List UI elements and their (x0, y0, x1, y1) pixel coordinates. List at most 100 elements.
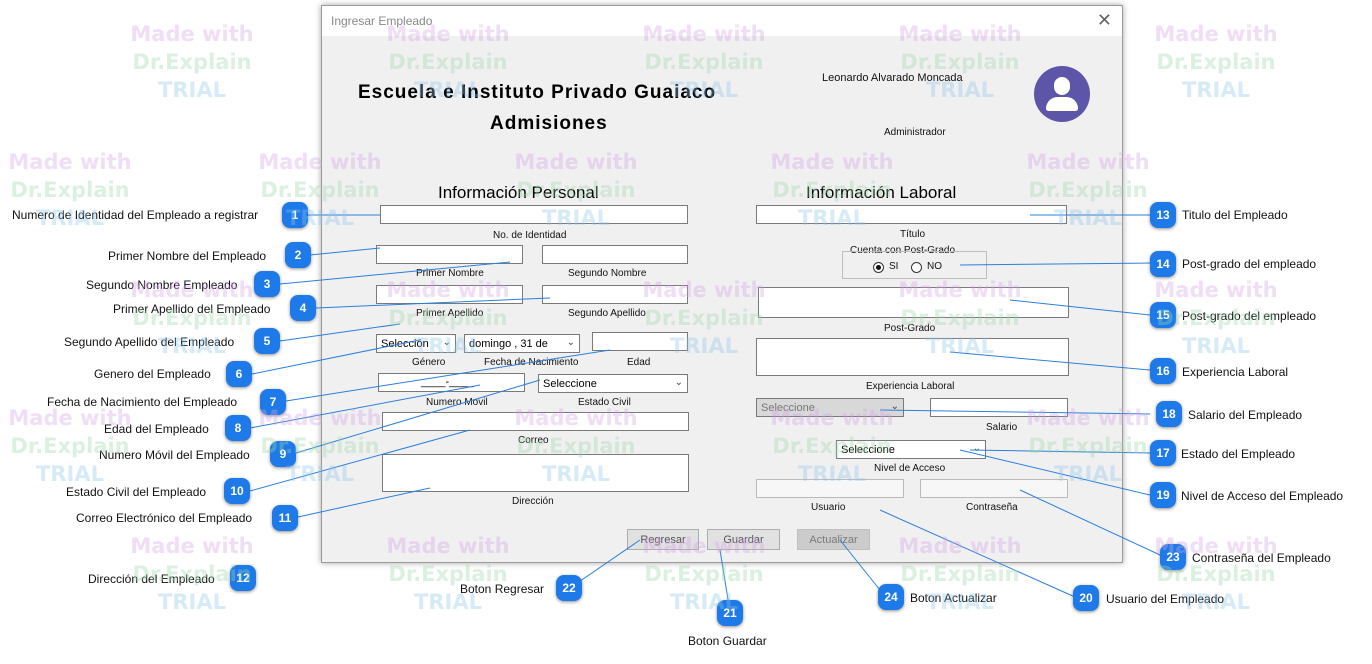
watermark-line: Dr.Explain (10, 434, 130, 458)
watermark-line: Made with (130, 534, 254, 558)
watermark-line: TRIAL (542, 462, 610, 486)
watermark-line: Made with (1026, 406, 1150, 430)
callout-label-17: Estado del Empleado (1181, 447, 1296, 461)
callout-label-11: Correo Electrónico del Empleado (76, 511, 253, 525)
watermark-line: Made with (1154, 534, 1278, 558)
watermark-line: Dr.Explain (388, 562, 508, 586)
trial-watermark: Made with Dr.Explain TRIAL (122, 20, 262, 104)
watermark-line: Dr.Explain (388, 50, 508, 74)
trial-watermark: Made with Dr.Explain TRIAL (890, 276, 1030, 360)
trial-watermark: Made with Dr.Explain TRIAL (250, 404, 390, 488)
callout-badge-4: 4 (290, 295, 316, 321)
watermark-line: Made with (898, 22, 1022, 46)
watermark-line: TRIAL (1182, 78, 1250, 102)
trial-watermark: Made with Dr.Explain TRIAL (1146, 20, 1286, 104)
callout-label-21: Boton Guardar (688, 634, 767, 648)
watermark-line: Made with (1026, 150, 1150, 174)
watermark-line: Dr.Explain (132, 562, 252, 586)
watermark-line: TRIAL (36, 462, 104, 486)
trial-watermark: Made with Dr.Explain TRIAL (122, 276, 262, 360)
watermark-line: TRIAL (414, 590, 482, 614)
trial-watermark: Made with Dr.Explain TRIAL (250, 148, 390, 232)
callout-label-18: Salario del Empleado (1188, 408, 1303, 422)
callout-badge-2: 2 (285, 242, 311, 268)
watermark-line: Dr.Explain (900, 562, 1020, 586)
trial-watermark: Made with Dr.Explain TRIAL (890, 20, 1030, 104)
watermark-line: Dr.Explain (772, 178, 892, 202)
callout-label-16: Experiencia Laboral (1182, 365, 1289, 379)
callout-badge-8: 8 (225, 415, 251, 441)
callout-badge-16: 16 (1150, 358, 1176, 384)
callout-badge-18: 18 (1156, 401, 1182, 427)
watermark-line: TRIAL (798, 462, 866, 486)
watermark-line: TRIAL (286, 206, 354, 230)
watermark-line: TRIAL (1182, 590, 1250, 614)
trial-watermark: Made with Dr.Explain TRIAL (1146, 276, 1286, 360)
trial-watermark: Made with Dr.Explain TRIAL (378, 20, 518, 104)
watermark-line: TRIAL (926, 78, 994, 102)
callout-badge-14: 14 (1150, 251, 1176, 277)
watermark-line: Made with (642, 278, 766, 302)
watermark-line: TRIAL (414, 78, 482, 102)
watermark-line: TRIAL (798, 206, 866, 230)
callout-label-19: Nivel de Acceso del Empleado (1181, 489, 1344, 503)
trial-watermark: Made with Dr.Explain TRIAL (378, 532, 518, 616)
watermark-line: TRIAL (1054, 206, 1122, 230)
callout-badge-11: 11 (272, 505, 298, 531)
watermark-line: Made with (770, 406, 894, 430)
callout-label-2: Primer Nombre del Empleado (108, 249, 267, 263)
watermark-line: Made with (898, 278, 1022, 302)
watermark-line: Dr.Explain (900, 50, 1020, 74)
watermark-line: Dr.Explain (516, 434, 636, 458)
watermark-line: Dr.Explain (260, 178, 380, 202)
callout-badge-22: 22 (556, 575, 582, 601)
watermark-line: TRIAL (158, 78, 226, 102)
watermark-line: Made with (8, 150, 132, 174)
watermark-line: Made with (1154, 22, 1278, 46)
trial-watermark: Made with Dr.Explain TRIAL (890, 532, 1030, 616)
watermark-line: Dr.Explain (132, 306, 252, 330)
watermark-line: Dr.Explain (644, 50, 764, 74)
callout-label-6: Genero del Empleado (94, 367, 211, 381)
watermark-line: Made with (258, 406, 382, 430)
watermark-line: TRIAL (926, 590, 994, 614)
watermark-line: Made with (642, 22, 766, 46)
trial-watermark: Made with Dr.Explain TRIAL (0, 148, 140, 232)
trial-watermark: Made with Dr.Explain TRIAL (378, 276, 518, 360)
watermark-line: Made with (258, 150, 382, 174)
watermark-line: Made with (386, 22, 510, 46)
trial-watermark: Made with Dr.Explain TRIAL (506, 404, 646, 488)
callout-badge-6: 6 (226, 361, 252, 387)
trial-watermark: Made with Dr.Explain TRIAL (762, 148, 902, 232)
watermark-line: TRIAL (286, 462, 354, 486)
watermark-line: TRIAL (542, 206, 610, 230)
callout-badge-20: 20 (1073, 585, 1099, 611)
watermark-line: Dr.Explain (1028, 178, 1148, 202)
trial-watermark: Made with Dr.Explain TRIAL (634, 532, 774, 616)
watermark-line: Made with (130, 278, 254, 302)
watermark-line: Dr.Explain (260, 434, 380, 458)
watermark-line: Dr.Explain (132, 50, 252, 74)
watermark-line: TRIAL (158, 590, 226, 614)
trial-watermark: Made with Dr.Explain TRIAL (1018, 404, 1158, 488)
watermark-line: Made with (514, 150, 638, 174)
watermark-line: TRIAL (1182, 334, 1250, 358)
watermark-line: Dr.Explain (644, 562, 764, 586)
watermark-line: Dr.Explain (1156, 562, 1276, 586)
watermark-line: TRIAL (670, 78, 738, 102)
trial-watermark: Made with Dr.Explain TRIAL (634, 20, 774, 104)
watermark-line: Dr.Explain (1028, 434, 1148, 458)
watermark-line: Made with (898, 534, 1022, 558)
trial-watermark: Made with Dr.Explain TRIAL (122, 532, 262, 616)
watermark-line: Dr.Explain (644, 306, 764, 330)
watermark-line: Dr.Explain (1156, 50, 1276, 74)
trial-watermark: Made with Dr.Explain TRIAL (1018, 148, 1158, 232)
watermark-line: Made with (8, 406, 132, 430)
trial-watermark: Made with Dr.Explain TRIAL (634, 276, 774, 360)
watermark-line: TRIAL (158, 334, 226, 358)
watermark-line: Made with (1154, 278, 1278, 302)
watermark-line: TRIAL (414, 334, 482, 358)
watermark-line: TRIAL (36, 206, 104, 230)
callout-label-14: Post-grado del empleado (1182, 257, 1317, 271)
watermark-line: Dr.Explain (388, 306, 508, 330)
